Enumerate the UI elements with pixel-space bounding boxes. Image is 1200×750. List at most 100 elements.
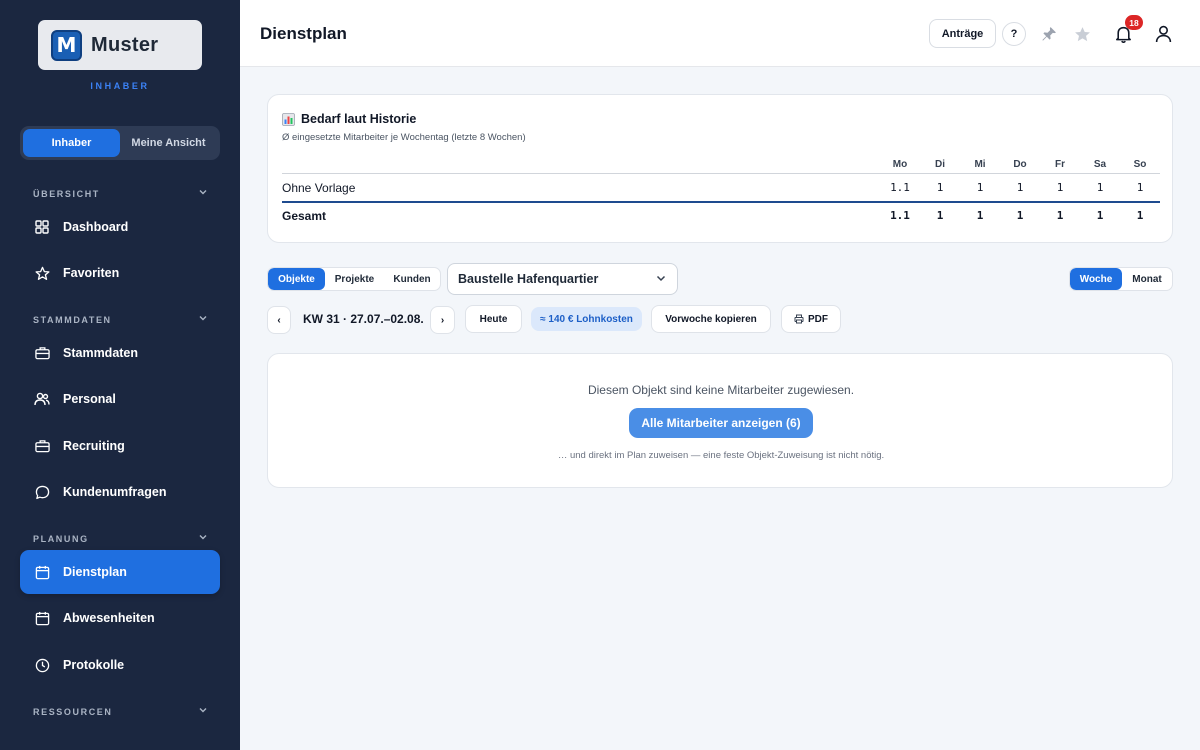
sidebar-item-label: Abwesenheiten <box>63 611 155 625</box>
chevron-down-icon <box>198 705 208 718</box>
sidebar-item-label: Stammdaten <box>63 346 139 360</box>
sidebar-item-label: Dienstplan <box>63 565 127 579</box>
table-cell: 1 <box>976 181 984 194</box>
table-cell: 1 <box>1096 181 1104 194</box>
grid-icon <box>34 219 50 235</box>
chat-icon <box>34 484 50 500</box>
sidebar-item-abwesenheiten[interactable]: Abwesenheiten <box>20 596 220 640</box>
view-tabs: Woche Monat <box>1069 267 1173 291</box>
tab-objekte[interactable]: Objekte <box>268 268 325 290</box>
section-planung-label: PLANUNG <box>33 533 89 544</box>
role-label: INHABER <box>90 81 150 91</box>
object-select[interactable]: Baustelle Hafenquartier <box>447 263 678 295</box>
day-header-do: Do <box>1013 159 1027 170</box>
sidebar-item-favoriten[interactable]: Favoriten <box>20 251 220 295</box>
chevron-down-icon <box>198 187 208 200</box>
empty-message: Diesem Objekt sind keine Mitarbeiter zug… <box>587 383 855 397</box>
copy-previous-week-button[interactable]: Vorwoche kopieren <box>651 305 771 333</box>
sidebar-item-label: Personal <box>63 392 116 406</box>
today-button[interactable]: Heute <box>465 305 522 333</box>
scope-tabs: Objekte Projekte Kunden <box>267 267 441 291</box>
table-cell: 1 <box>1136 209 1144 222</box>
sidebar-item-label: Kundenumfragen <box>63 485 167 499</box>
prev-week-button[interactable]: ‹ <box>267 306 291 334</box>
day-header-di: Di <box>935 159 945 170</box>
briefcase-icon <box>34 438 50 454</box>
table-cell: 1 <box>936 209 944 222</box>
table-cell: 1 <box>1016 181 1024 194</box>
sidebar-item-kundenumfragen[interactable]: Kundenumfragen <box>20 470 220 514</box>
user-icon[interactable] <box>1152 23 1174 45</box>
table-cell: 1.1 <box>890 181 910 194</box>
sidebar-item-protokolle[interactable]: Protokolle <box>20 643 220 687</box>
notification-badge: 18 <box>1125 15 1143 30</box>
section-planung[interactable]: PLANUNG <box>33 532 208 545</box>
section-uebersicht-label: ÜBERSICHT <box>33 188 100 199</box>
calendar-icon <box>34 610 50 626</box>
section-uebersicht[interactable]: ÜBERSICHT <box>33 187 208 200</box>
row-label-ohne-vorlage: Ohne Vorlage <box>282 181 356 195</box>
section-stammdaten[interactable]: STAMMDATEN <box>33 313 208 326</box>
table-cell: 1 <box>1016 209 1024 222</box>
logo-text: Muster <box>91 33 159 56</box>
pdf-label: PDF <box>808 313 828 325</box>
star-icon <box>34 265 50 281</box>
sidebar-item-label: Favoriten <box>63 266 120 280</box>
section-ressourcen-label: RESSOURCEN <box>33 706 113 717</box>
chevron-down-icon <box>198 313 208 326</box>
object-select-value: Baustelle Hafenquartier <box>458 272 599 286</box>
bedarf-card: Bedarf laut Historie Ø eingesetzte Mitar… <box>267 94 1173 243</box>
show-all-employees-button[interactable]: Alle Mitarbeiter anzeigen (6) <box>629 408 813 438</box>
day-header-mo: Mo <box>892 159 908 170</box>
sidebar-item-dashboard[interactable]: Dashboard <box>20 205 220 249</box>
table-cell: 1 <box>1056 209 1064 222</box>
table-cell: 1.1 <box>890 209 910 222</box>
chevron-down-icon <box>655 272 667 287</box>
sidebar-item-stammdaten[interactable]: Stammdaten <box>20 331 220 375</box>
logo[interactable]: M Muster <box>38 20 202 70</box>
section-stammdaten-label: STAMMDATEN <box>33 314 112 325</box>
help-button[interactable]: ? <box>1002 22 1026 46</box>
day-header-so: So <box>1133 159 1147 170</box>
pin-icon[interactable] <box>1038 23 1060 45</box>
table-cell: 1 <box>936 181 944 194</box>
sidebar-item-dienstplan[interactable]: Dienstplan <box>20 550 220 594</box>
table-cell: 1 <box>1056 181 1064 194</box>
section-ressourcen[interactable]: RESSOURCEN <box>33 705 208 718</box>
logo-mark-icon: M <box>51 29 82 61</box>
table-cell: 1 <box>976 209 984 222</box>
sidebar-item-label: Protokolle <box>63 658 125 672</box>
sidebar-item-personal[interactable]: Personal <box>20 377 220 421</box>
bedarf-title: Bedarf laut Historie <box>282 112 416 126</box>
bar-chart-icon <box>282 112 295 126</box>
lohnkosten-badge: ≈ 140 € Lohnkosten <box>531 307 642 331</box>
users-icon <box>34 391 50 407</box>
toggle-inhaber[interactable]: Inhaber <box>23 129 120 157</box>
row-label-gesamt: Gesamt <box>282 209 327 223</box>
tab-kunden[interactable]: Kunden <box>384 268 440 290</box>
bedarf-title-text: Bedarf laut Historie <box>301 112 417 126</box>
next-week-button[interactable]: › <box>430 306 455 334</box>
empty-hint: … und direkt im Plan zuweisen — eine fes… <box>557 450 885 461</box>
star-icon[interactable] <box>1071 23 1093 45</box>
chevron-down-icon <box>198 532 208 545</box>
sidebar-item-recruiting[interactable]: Recruiting <box>20 424 220 468</box>
briefcase-icon <box>34 345 50 361</box>
sidebar-item-label: Recruiting <box>63 439 125 453</box>
week-label: KW 31 · 27.07.–02.08. <box>303 312 424 326</box>
tab-projekte[interactable]: Projekte <box>325 268 384 290</box>
pdf-button[interactable]: PDF <box>781 305 841 333</box>
day-header-fr: Fr <box>1055 159 1065 170</box>
toggle-meine-ansicht[interactable]: Meine Ansicht <box>120 129 217 157</box>
tab-monat[interactable]: Monat <box>1122 268 1172 290</box>
view-toggle: Inhaber Meine Ansicht <box>20 126 220 160</box>
calendar-icon <box>34 564 50 580</box>
sidebar-item-label: Dashboard <box>63 220 129 234</box>
day-header-sa: Sa <box>1093 159 1107 170</box>
printer-icon <box>794 314 804 324</box>
top-bar: Dienstplan Anträge ? 18 <box>240 0 1200 67</box>
tab-woche[interactable]: Woche <box>1070 268 1122 290</box>
table-cell: 1 <box>1136 181 1144 194</box>
antraege-button[interactable]: Anträge <box>929 19 996 48</box>
clock-icon <box>34 657 50 673</box>
